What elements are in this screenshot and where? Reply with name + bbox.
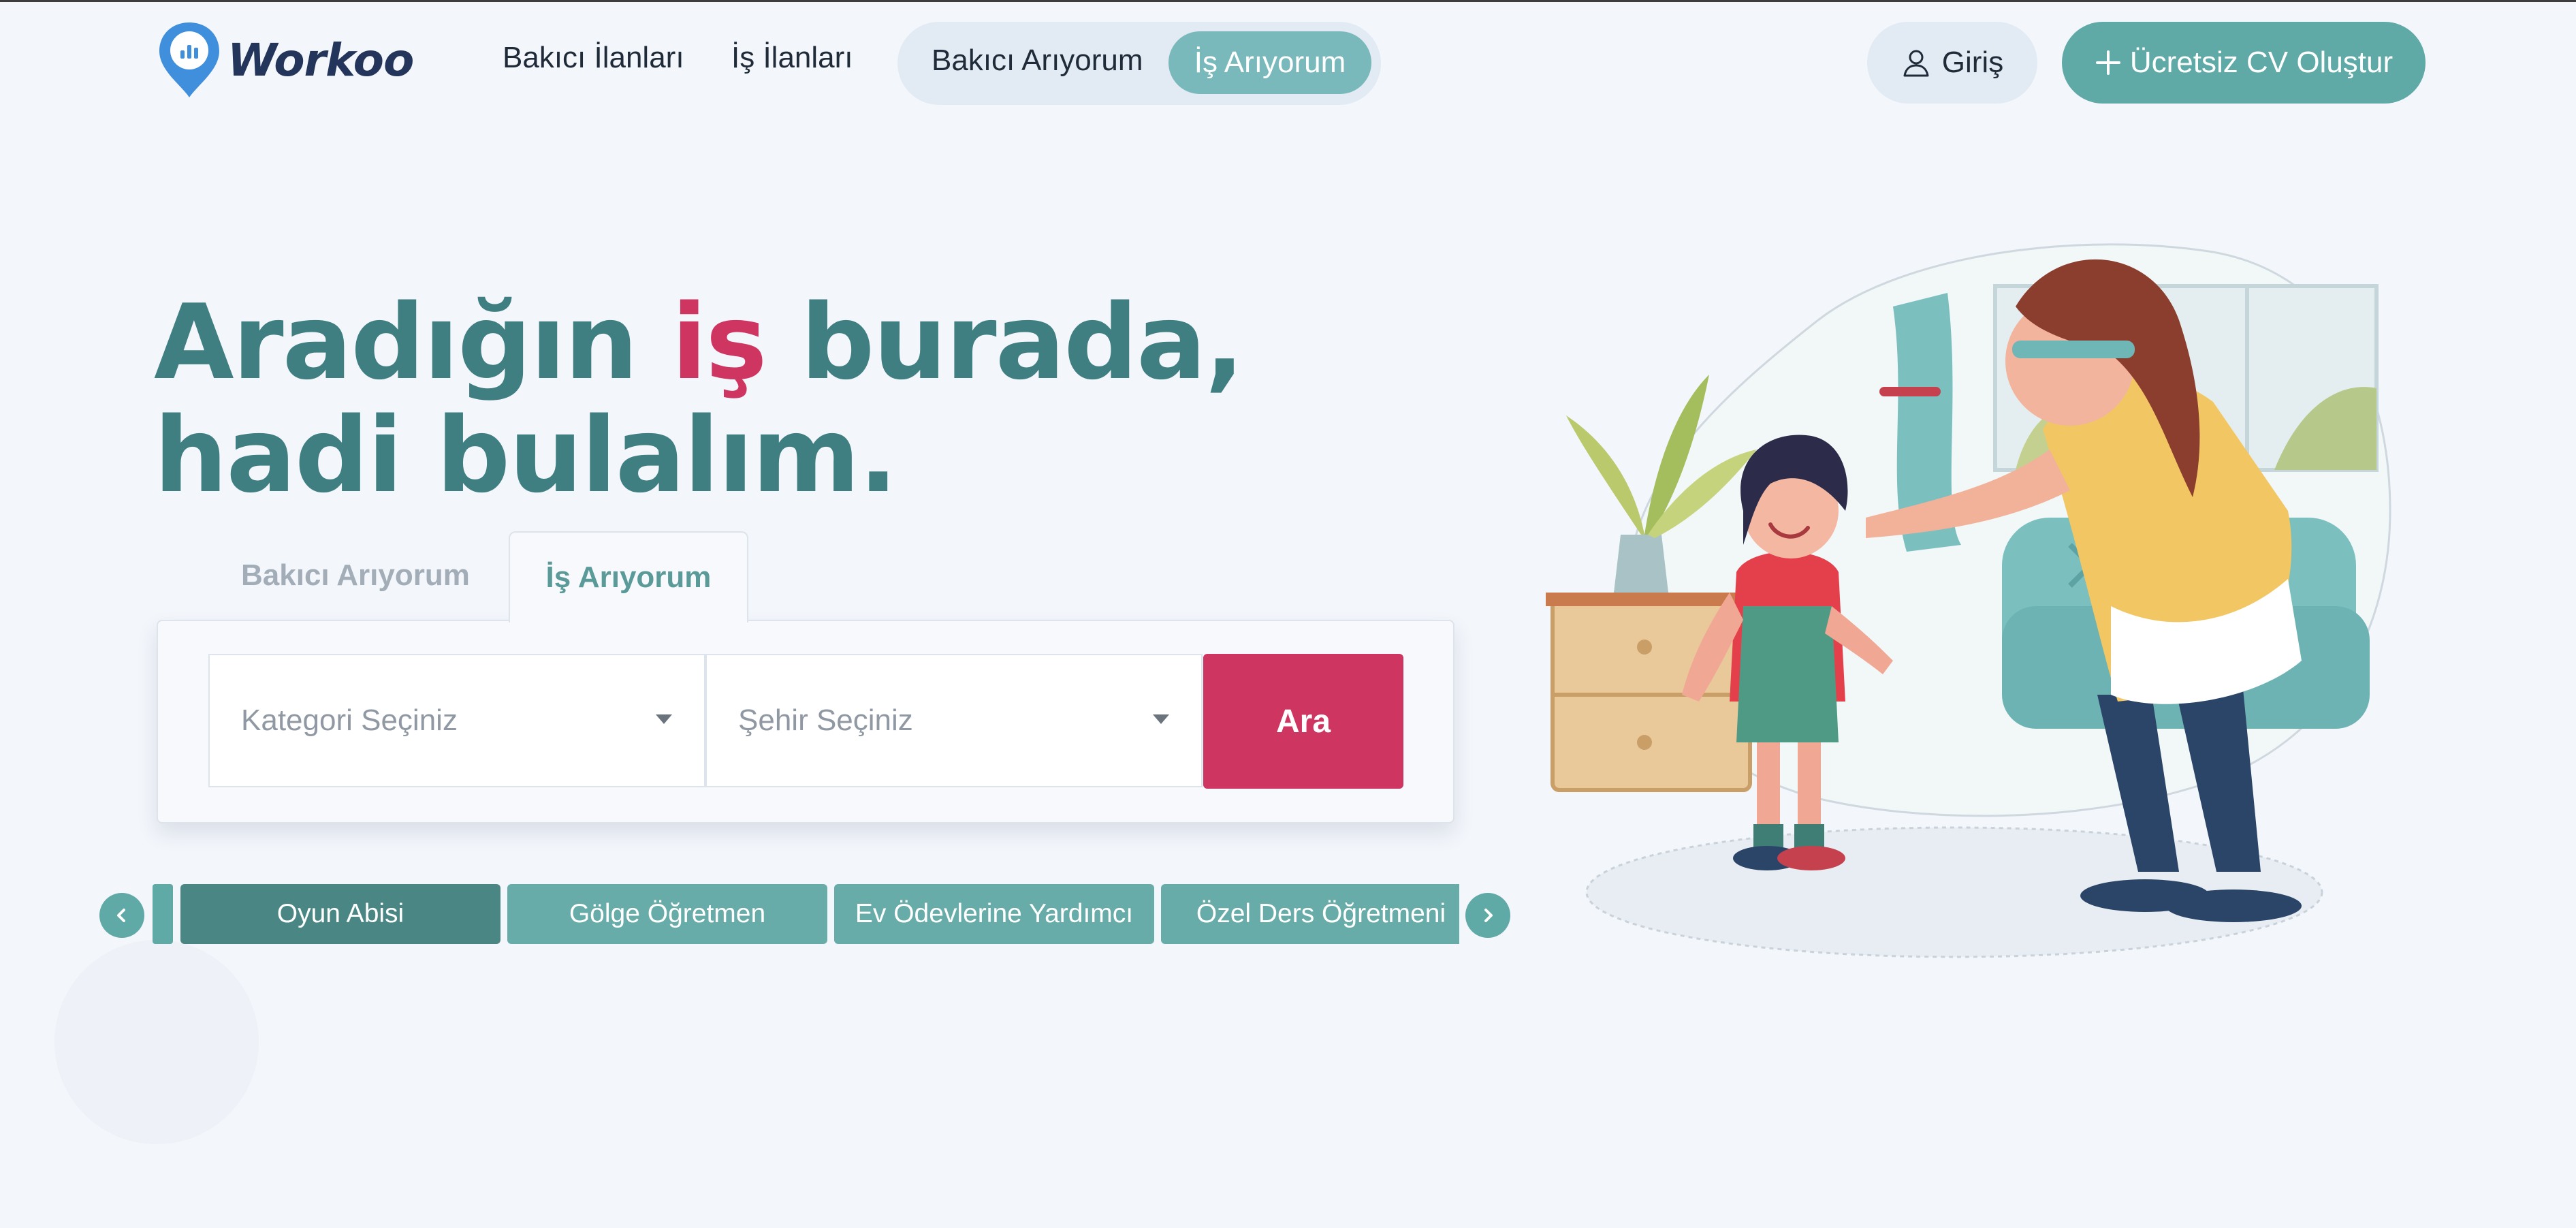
toggle-option-bakici-ariyorum[interactable]: Bakıcı Arıyorum <box>932 44 1143 78</box>
category-chip-ozel-ders-ogretmeni[interactable]: Özel Ders Öğretmeni <box>1161 884 1459 944</box>
city-select-placeholder: Şehir Seçiniz <box>738 704 913 737</box>
tab-is-ariyorum[interactable]: İş Arıyorum <box>509 531 748 623</box>
category-select-placeholder: Kategori Seçiniz <box>241 704 458 737</box>
login-button[interactable]: Giriş <box>1867 22 2037 104</box>
nav-link-is-ilanlari[interactable]: İş İlanları <box>731 41 853 75</box>
category-slider: Oyun Abisi Gölge Öğretmen Ev Ödevlerine … <box>180 884 1459 945</box>
category-select[interactable]: Kategori Seçiniz <box>208 654 705 787</box>
workoo-logo[interactable]: Workoo <box>157 19 414 101</box>
category-chip-golge-ogretmen[interactable]: Gölge Öğretmen <box>507 884 827 944</box>
toggle-option-is-ariyorum[interactable]: İş Arıyorum <box>1168 31 1371 94</box>
login-label: Giriş <box>1941 46 2004 79</box>
hero-illustration <box>1546 243 2391 958</box>
city-select[interactable]: Şehir Seçiniz <box>705 654 1203 787</box>
chevron-down-icon <box>656 714 672 724</box>
category-chip-partial <box>153 884 173 944</box>
slider-prev-button[interactable] <box>99 893 144 938</box>
hero-title-part2: burada, <box>800 282 1245 403</box>
hero-title-accent: iş <box>671 282 767 403</box>
category-chip-ev-odevlerine-yardimci[interactable]: Ev Ödevlerine Yardımcı <box>834 884 1154 944</box>
location-pin-logo-icon <box>159 22 219 97</box>
user-icon <box>1903 50 1929 77</box>
create-cv-button[interactable]: Ücretsiz CV Oluştur <box>2062 22 2426 104</box>
chevron-left-icon <box>117 909 125 922</box>
background-shape <box>54 940 259 1144</box>
hero-title: Aradığın iş burada, hadi bulalım. <box>154 286 1244 512</box>
tab-bakici-ariyorum[interactable]: Bakıcı Arıyorum <box>241 558 470 593</box>
top-border <box>0 0 2576 2</box>
category-chip-oyun-abisi[interactable]: Oyun Abisi <box>180 884 500 944</box>
nav-link-bakici-ilanlari[interactable]: Bakıcı İlanları <box>503 41 684 75</box>
plus-icon <box>2095 50 2120 75</box>
create-cv-label: Ücretsiz CV Oluştur <box>2129 46 2394 79</box>
hero-title-line2: hadi bulalım. <box>154 395 898 516</box>
chevron-right-icon <box>1484 909 1493 922</box>
slider-next-button[interactable] <box>1465 893 1510 938</box>
search-button[interactable]: Ara <box>1203 654 1403 789</box>
logo-text: Workoo <box>227 33 414 86</box>
chevron-down-icon <box>1153 714 1169 724</box>
hero-title-part1: Aradığın <box>154 282 638 403</box>
